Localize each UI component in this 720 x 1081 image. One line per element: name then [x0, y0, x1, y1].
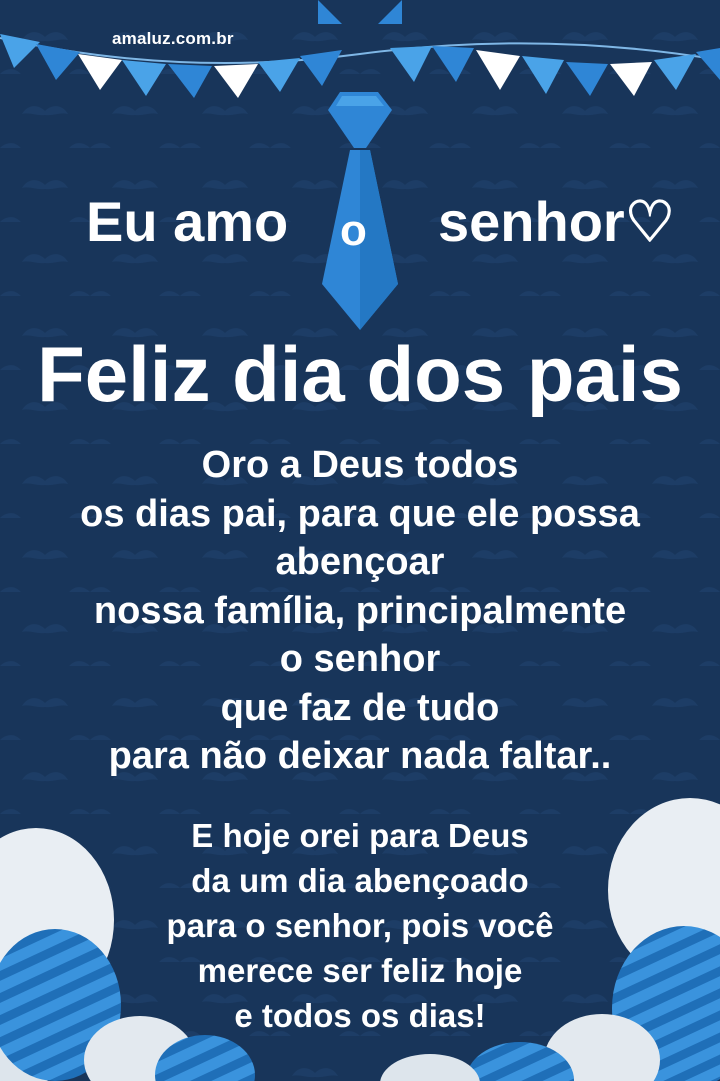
paragraph-line: para o senhor, pois você	[166, 907, 554, 944]
paragraph-line: merece ser feliz hoje	[197, 952, 523, 989]
paragraph-line: e todos os dias!	[234, 997, 486, 1034]
paragraph-line: E hoje orei para Deus	[191, 817, 529, 854]
paragraph-line: nossa família, principalmente	[93, 589, 627, 632]
paragraph-line: os dias pai, para que ele possa	[80, 492, 640, 535]
love-text-part3: senhor♡	[438, 190, 675, 253]
card-title: Feliz dia dos pais	[37, 330, 683, 418]
paragraph-line: da um dia abençoado	[191, 862, 529, 899]
paragraph-line: o senhor	[279, 638, 441, 680]
paragraph-line: para não deixar nada faltar..	[108, 735, 612, 777]
paragraph-line: Oro a Deus todos	[201, 444, 519, 486]
paragraph-line: abençoar	[275, 541, 445, 583]
paragraph-line: que faz de tudo	[220, 686, 500, 729]
love-text-part1: Eu amo	[86, 190, 289, 253]
prayer-paragraph: Oro a Deus todos os dias pai, para que e…	[0, 441, 720, 781]
blessing-paragraph: E hoje orei para Deus da um dia abençoad…	[0, 813, 720, 1038]
love-text-part2: o	[340, 206, 367, 255]
site-url: amaluz.com.br	[112, 29, 234, 48]
fathers-day-card: amaluz.com.br Eu amo o senhor♡ Feliz dia…	[0, 0, 720, 1081]
